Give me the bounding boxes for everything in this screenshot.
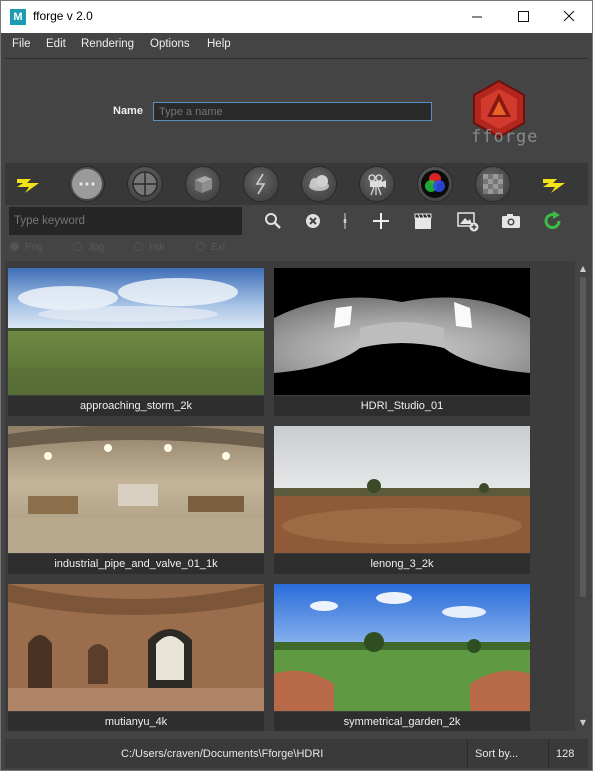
add-button[interactable]: [369, 209, 393, 233]
hdri-item[interactable]: HDRI_Studio_01: [274, 268, 530, 416]
menu-help[interactable]: Help: [207, 38, 231, 50]
hdri-thumbnail: [274, 268, 530, 395]
app-icon: M: [10, 9, 26, 25]
cloud-button[interactable]: [302, 167, 336, 201]
camera-button[interactable]: [360, 167, 394, 201]
format-png-radio[interactable]: Png: [10, 242, 43, 253]
cube-icon: [195, 176, 212, 193]
hdri-thumbnail: [274, 584, 530, 711]
clear-icon: [306, 214, 320, 228]
menu-bar: File Edit Rendering Options Help: [1, 33, 592, 57]
window-title: fforge v 2.0: [33, 9, 93, 23]
library-path: C:/Users/craven/Documents\Fforge\HDRI: [121, 748, 324, 760]
checker-button[interactable]: [476, 167, 510, 201]
lightning-icon[interactable]: [541, 173, 567, 195]
maximize-button[interactable]: [500, 1, 546, 33]
menu-rendering[interactable]: Rendering: [81, 38, 134, 50]
rgb-button[interactable]: [418, 167, 452, 201]
hdri-item[interactable]: mutianyu_4k: [8, 584, 264, 731]
clapperboard-button[interactable]: [411, 209, 435, 233]
format-jpg-label: Jpg: [88, 242, 105, 253]
rgb-icon: [421, 170, 449, 198]
refresh-button[interactable]: [541, 209, 565, 233]
menu-edit[interactable]: Edit: [46, 38, 66, 50]
hdri-label: industrial_pipe_and_valve_01_1k: [8, 554, 264, 574]
hdri-label: approaching_storm_2k: [8, 396, 264, 416]
format-exr-radio[interactable]: Exr: [196, 242, 226, 253]
flat-sphere-button[interactable]: [70, 167, 104, 201]
hdri-label: lenong_3_2k: [274, 554, 530, 574]
hdri-label: HDRI_Studio_01: [274, 396, 530, 416]
crosshair-sphere-button[interactable]: [128, 167, 162, 201]
crosshair-sphere-icon: [132, 171, 158, 197]
shader-toolbar: [5, 163, 588, 205]
hdri-thumbnail: [8, 268, 264, 395]
vertical-scrollbar[interactable]: ▲ ▼: [576, 263, 590, 729]
minimize-icon: [472, 16, 482, 18]
cloud-icon: [309, 175, 329, 191]
camera-icon: [368, 174, 386, 196]
lightning-circle-button[interactable]: [244, 167, 278, 201]
hdri-label: mutianyu_4k: [8, 712, 264, 731]
search-button[interactable]: [261, 209, 285, 233]
close-icon: [563, 10, 575, 22]
toolbar-divider: [333, 209, 357, 233]
format-exr-label: Exr: [211, 242, 226, 253]
maximize-icon: [518, 11, 529, 22]
format-hdr-radio[interactable]: Hdr: [134, 242, 165, 253]
add-image-button[interactable]: [456, 209, 480, 233]
menu-options[interactable]: Options: [150, 38, 190, 50]
snapshot-icon: [502, 214, 520, 228]
format-jpg-radio[interactable]: Jpg: [73, 242, 104, 253]
name-label: Name: [113, 105, 143, 117]
hdri-item[interactable]: lenong_3_2k: [274, 426, 530, 574]
scroll-up-arrow-icon[interactable]: ▲: [576, 263, 590, 275]
format-hdr-label: Hdr: [149, 242, 166, 253]
scroll-thumb[interactable]: [580, 277, 586, 597]
hdri-thumbnail: [274, 426, 530, 553]
lightning-icon[interactable]: [15, 173, 41, 195]
menu-divider: [5, 58, 588, 59]
clear-button[interactable]: [301, 209, 325, 233]
search-input[interactable]: [9, 207, 242, 235]
scroll-down-arrow-icon[interactable]: ▼: [576, 717, 590, 729]
clapperboard-icon: [414, 213, 432, 229]
close-button[interactable]: [546, 1, 592, 33]
name-input[interactable]: [153, 102, 432, 121]
status-divider: [548, 739, 549, 768]
add-image-icon: [457, 212, 479, 232]
hdri-thumbnail: [8, 426, 264, 553]
status-divider: [467, 739, 468, 768]
menu-file[interactable]: File: [12, 38, 31, 50]
hdri-thumbnail: [8, 584, 264, 711]
divider-icon: [343, 213, 347, 229]
sort-by-button[interactable]: Sort by...: [475, 748, 518, 760]
radio-dot: [10, 242, 19, 251]
snapshot-button[interactable]: [499, 209, 523, 233]
hdri-grid: approaching_storm_2k HDRI_Studio_01 indu…: [5, 261, 575, 731]
minimize-button[interactable]: [454, 1, 500, 33]
radio-dot: [134, 242, 143, 251]
radio-dot: [73, 242, 82, 251]
hdri-item[interactable]: approaching_storm_2k: [8, 268, 264, 416]
thumbnail-size[interactable]: 128: [556, 748, 574, 760]
fforge-window: M fforge v 2.0 File Edit Rendering Optio…: [0, 0, 593, 771]
lightning-circle-icon: [255, 173, 266, 195]
radio-dot: [196, 242, 205, 251]
refresh-icon: [544, 211, 561, 230]
add-icon: [373, 213, 389, 229]
flat-sphere-icon: [72, 169, 102, 199]
status-bar: C:/Users/craven/Documents\Fforge\HDRI So…: [5, 739, 588, 768]
cube-button[interactable]: [186, 167, 220, 201]
logo-text: fforge: [471, 127, 539, 147]
checker-icon: [483, 174, 503, 194]
hdri-item[interactable]: industrial_pipe_and_valve_01_1k: [8, 426, 264, 574]
format-png-label: Png: [25, 242, 43, 253]
hdri-label: symmetrical_garden_2k: [274, 712, 530, 731]
search-icon: [265, 213, 281, 229]
hdri-item[interactable]: symmetrical_garden_2k: [274, 584, 530, 731]
title-bar[interactable]: M fforge v 2.0: [1, 1, 592, 33]
